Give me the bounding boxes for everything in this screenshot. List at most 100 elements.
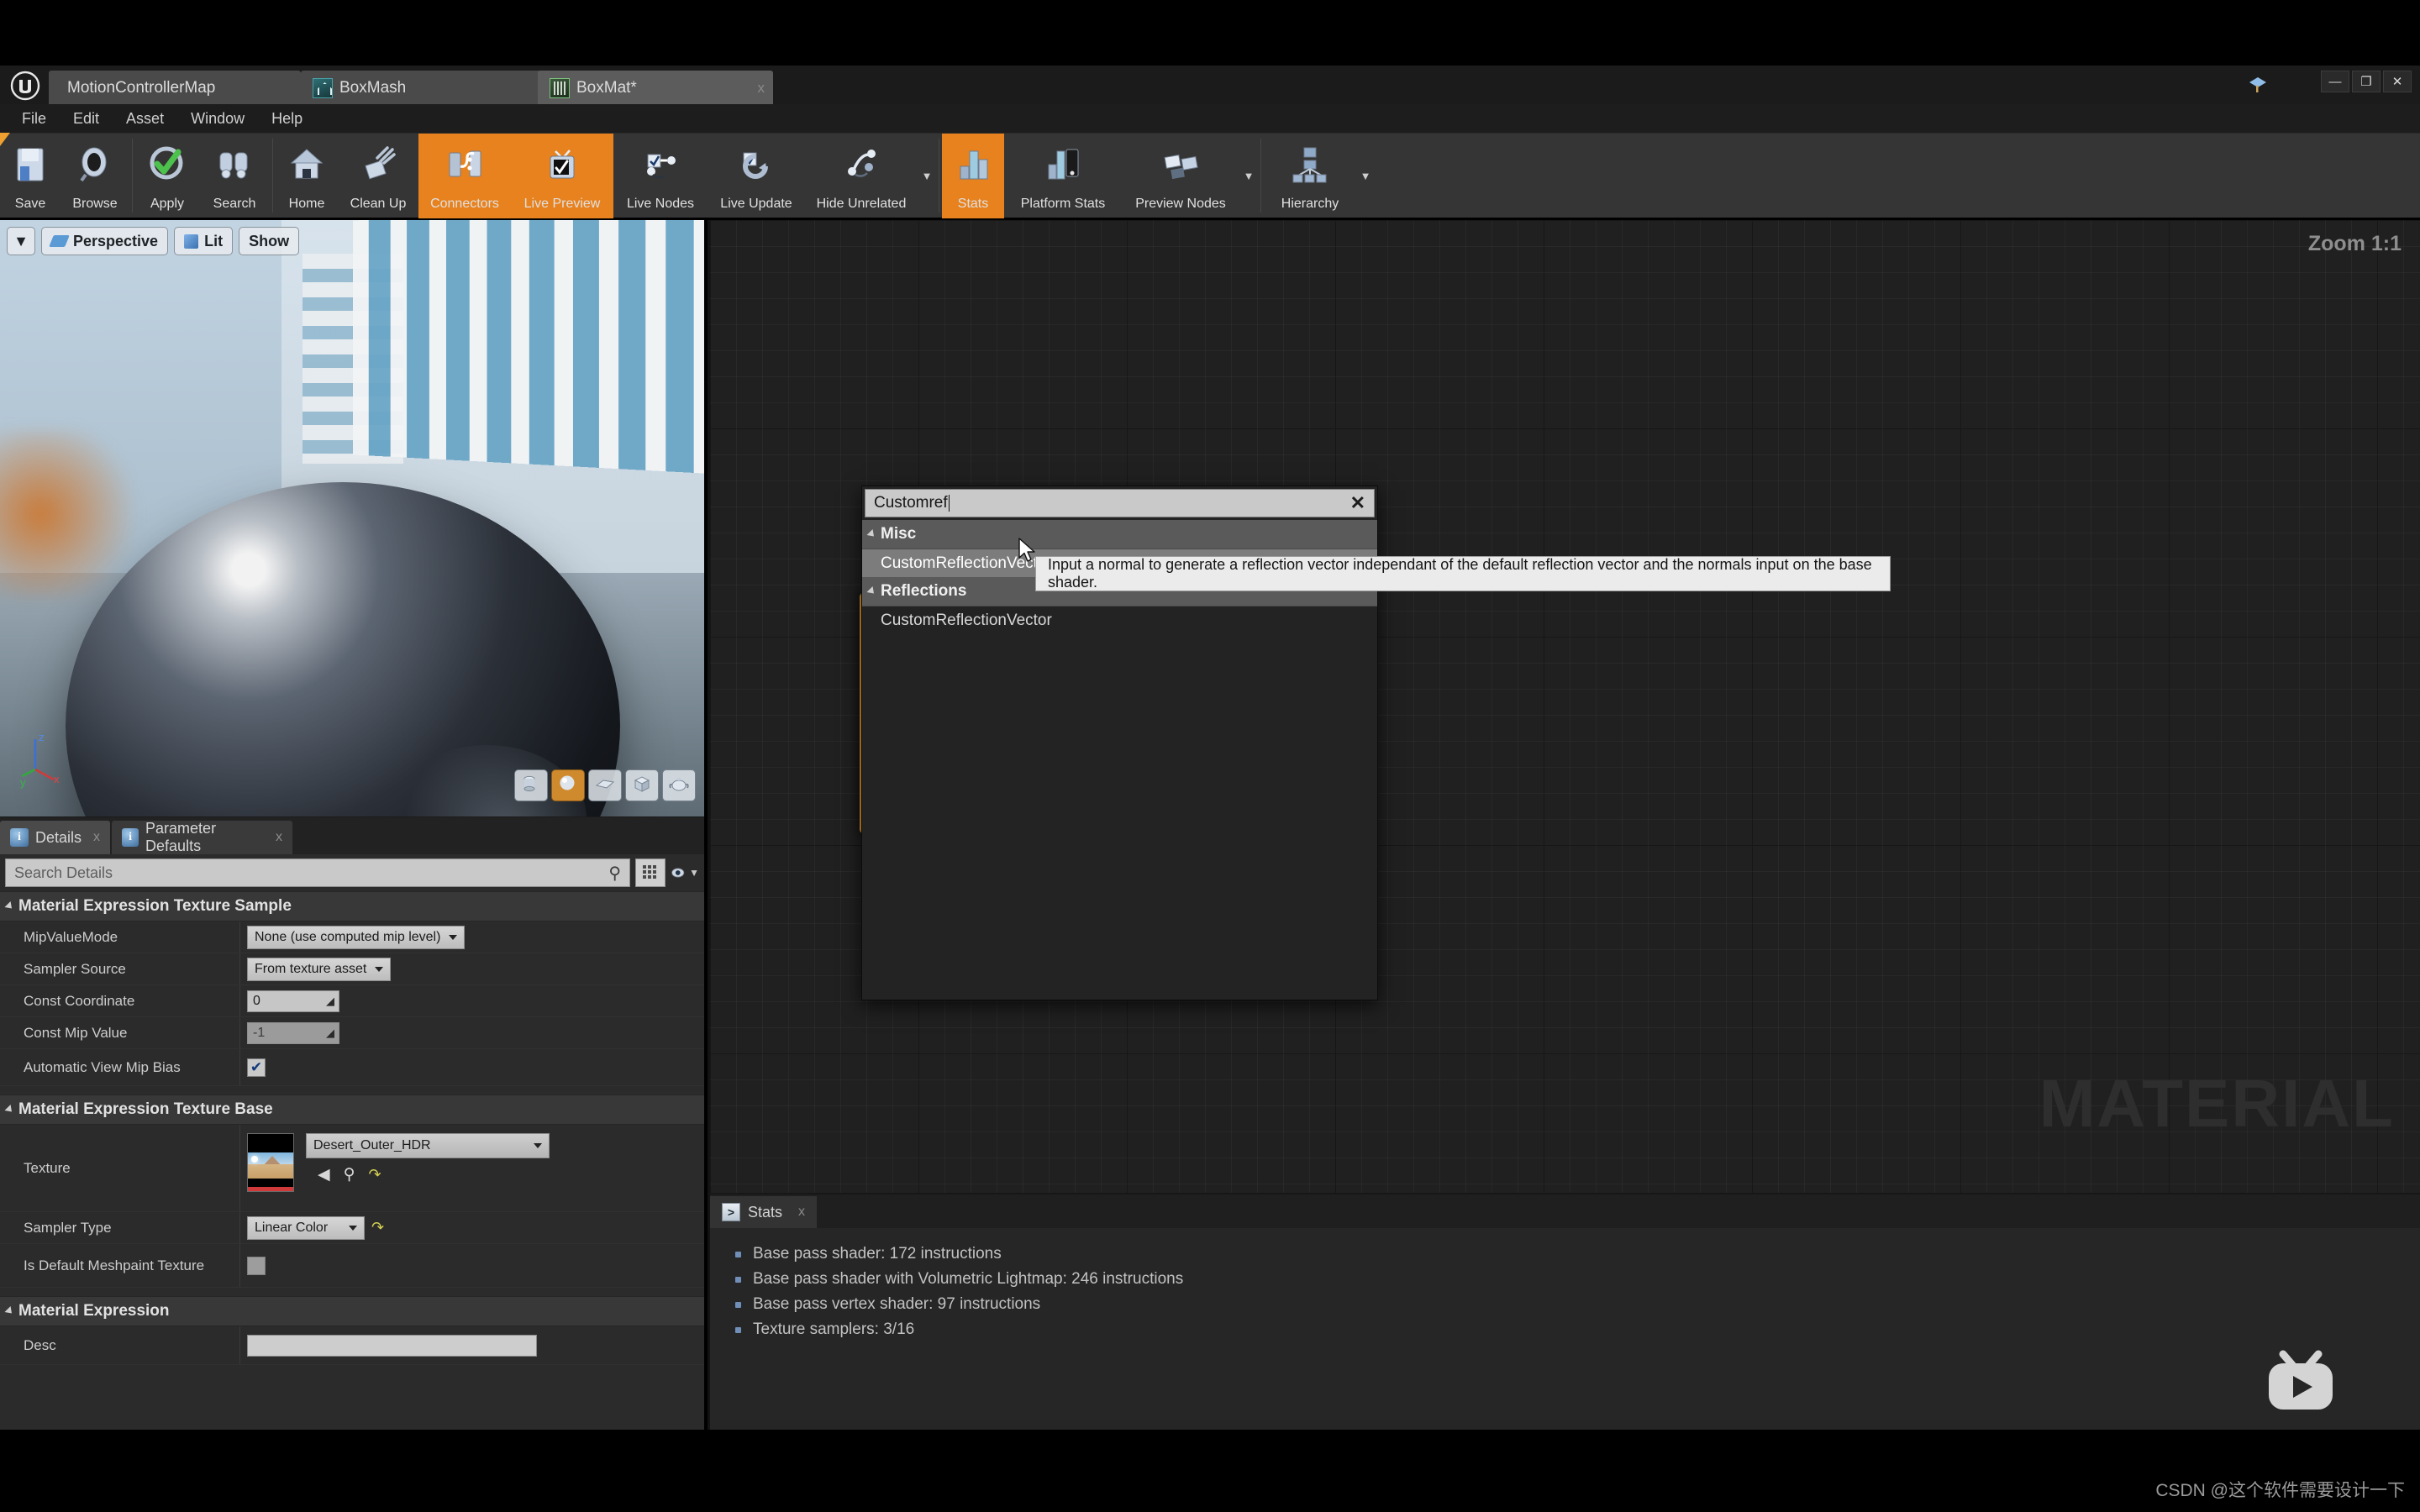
section-material-expression-texture-base[interactable]: Material Expression Texture Base xyxy=(0,1095,704,1125)
text-caret xyxy=(948,495,950,512)
texture-thumbnail[interactable] xyxy=(247,1133,294,1192)
spinner-icon[interactable]: ◢ xyxy=(326,995,334,1008)
chevron-down-icon[interactable]: ▼ xyxy=(918,134,936,218)
minimize-button[interactable]: — xyxy=(2321,71,2349,92)
window-controls: — ❐ ✕ xyxy=(2321,71,2412,92)
node-search-input[interactable]: Customref ✕ xyxy=(865,489,1375,517)
apply-icon xyxy=(145,141,190,186)
search-category-misc[interactable]: Misc xyxy=(862,520,1377,549)
toolbar-hide-unrelated-button[interactable]: Hide Unrelated xyxy=(805,134,918,218)
viewport-options-dropdown[interactable]: ▼ xyxy=(7,227,35,255)
thumbnail-sun xyxy=(251,1156,258,1163)
maximize-button[interactable]: ❐ xyxy=(2352,71,2381,92)
automatic-view-mip-bias-checkbox[interactable]: ✔ xyxy=(247,1058,266,1077)
viewport-lit-button[interactable]: Lit xyxy=(174,227,234,255)
const-coordinate-input[interactable]: 0 ◢ xyxy=(247,990,339,1012)
main-toolbar: Save Browse Apply Search Home Clean Up C… xyxy=(0,133,2420,351)
toolbar-stats-button[interactable]: Stats xyxy=(942,134,1004,218)
stats-list-item: Base pass vertex shader: 97 instructions xyxy=(735,1292,2420,1317)
menu-file[interactable]: File xyxy=(8,104,60,133)
reset-to-default-icon[interactable]: ↷ xyxy=(369,1166,381,1184)
menu-help[interactable]: Help xyxy=(258,104,316,133)
tab-close-button[interactable]: x xyxy=(276,830,282,845)
toolbar-browse-button[interactable]: Browse xyxy=(60,134,129,218)
details-visibility-button[interactable]: ▼ xyxy=(671,858,699,887)
sampler-type-dropdown[interactable]: Linear Color xyxy=(247,1215,365,1240)
toolbar-connectors-button[interactable]: Connectors xyxy=(418,134,511,218)
perspective-icon xyxy=(49,235,70,247)
toolbar-save-button[interactable]: Save xyxy=(0,134,60,218)
section-material-expression-texture-sample[interactable]: Material Expression Texture Sample xyxy=(0,891,704,921)
tab-close-button[interactable]: x xyxy=(798,1205,805,1220)
bullet-icon xyxy=(735,1276,741,1283)
tab-boxmash[interactable]: BoxMash x xyxy=(301,71,553,106)
row-value xyxy=(239,1326,704,1364)
sampler-source-dropdown[interactable]: From texture asset xyxy=(247,957,392,981)
menu-asset[interactable]: Asset xyxy=(113,104,177,133)
search-result-customreflectionvector-reflections[interactable]: CustomReflectionVector xyxy=(862,606,1377,634)
shape-teapot-button[interactable] xyxy=(662,769,696,801)
toolbar-search-button[interactable]: Search xyxy=(199,134,270,218)
viewport-perspective-label: Perspective xyxy=(73,232,159,249)
toolbar-live-nodes-button[interactable]: Live Nodes xyxy=(613,134,708,218)
clear-search-icon[interactable]: ✕ xyxy=(1350,492,1365,514)
toolbar-hierarchy-button[interactable]: Hierarchy xyxy=(1264,134,1356,218)
details-search-row: Search Details ⚲ ▼ xyxy=(0,854,704,891)
shape-sphere-button[interactable] xyxy=(551,769,585,801)
chevron-down-icon[interactable]: ▼ xyxy=(689,867,699,879)
chevron-down-icon[interactable]: ▼ xyxy=(1356,134,1375,218)
shape-plane-button[interactable] xyxy=(588,769,622,801)
chevron-down-icon[interactable]: ▼ xyxy=(1239,134,1258,218)
toolbar-cleanup-button[interactable]: Clean Up xyxy=(338,134,418,218)
use-selected-asset-icon[interactable]: ◀ xyxy=(318,1165,330,1184)
viewport-toolbar: ▼ Perspective Lit Show xyxy=(7,227,300,255)
menu-edit[interactable]: Edit xyxy=(60,104,113,133)
tab-details[interactable]: i Details x xyxy=(0,821,111,854)
row-value: None (use computed mip level) xyxy=(239,921,704,953)
viewport-perspective-button[interactable]: Perspective xyxy=(41,227,169,255)
toolbar-label: Hide Unrelated xyxy=(816,197,907,211)
material-preview-viewport[interactable] xyxy=(0,220,704,816)
tab-close-button[interactable]: x xyxy=(93,830,100,845)
const-mip-value-input[interactable]: -1 ◢ xyxy=(247,1021,339,1044)
thumbnail-status-bar xyxy=(248,1187,293,1191)
dropdown-value: From texture asset xyxy=(255,961,367,976)
section-material-expression[interactable]: Material Expression xyxy=(0,1296,704,1326)
mipvaluemode-dropdown[interactable]: None (use computed mip level) xyxy=(247,925,466,949)
row-const-mip-value: Const Mip Value -1 ◢ xyxy=(0,1017,704,1049)
shape-cube-button[interactable] xyxy=(625,769,659,801)
unreal-logo-icon xyxy=(5,67,45,104)
is-default-meshpaint-texture-checkbox[interactable] xyxy=(247,1256,266,1275)
shape-cylinder-button[interactable] xyxy=(514,769,548,801)
toolbar-label: Hierarchy xyxy=(1281,197,1339,211)
toolbar-live-preview-button[interactable]: Live Preview xyxy=(511,134,613,218)
viewport-show-button[interactable]: Show xyxy=(239,227,300,255)
tab-parameter-defaults[interactable]: i Parameter Defaults x xyxy=(112,821,293,854)
toolbar-apply-button[interactable]: Apply xyxy=(135,134,199,218)
menu-window[interactable]: Window xyxy=(177,104,258,133)
details-grid-view-button[interactable] xyxy=(635,858,666,887)
stats-tab-strip: > Stats x xyxy=(710,1194,2420,1228)
spinner-icon[interactable]: ◢ xyxy=(326,1026,334,1040)
hide-unrelated-icon xyxy=(839,141,884,186)
reset-to-default-icon[interactable]: ↷ xyxy=(371,1219,384,1236)
graph-zoom-label: Zoom 1:1 xyxy=(2307,232,2402,255)
toolbar-preview-nodes-button[interactable]: Preview Nodes xyxy=(1122,134,1239,218)
toolbar-home-button[interactable]: Home xyxy=(276,134,338,218)
search-details-input[interactable]: Search Details ⚲ xyxy=(5,858,630,887)
tab-close-button[interactable]: x xyxy=(758,80,765,97)
expand-triangle-icon xyxy=(866,528,877,540)
texture-asset-dropdown[interactable]: Desert_Outer_HDR xyxy=(306,1133,550,1158)
live-preview-icon xyxy=(539,141,585,186)
browse-to-asset-icon[interactable]: ⚲ xyxy=(344,1165,355,1184)
toolbar-platform-stats-button[interactable]: Platform Stats xyxy=(1004,134,1122,218)
desc-input[interactable] xyxy=(247,1334,537,1357)
toolbar-live-update-button[interactable]: Live Update xyxy=(708,134,805,218)
close-button[interactable]: ✕ xyxy=(2383,71,2412,92)
stats-tab-icon: > xyxy=(722,1203,740,1221)
stats-text: Base pass vertex shader: 97 instructions xyxy=(753,1295,1041,1313)
tab-boxmat[interactable]: BoxMat* x xyxy=(538,71,773,106)
tab-stats[interactable]: > Stats x xyxy=(710,1196,818,1228)
section-title: Material Expression Texture Base xyxy=(18,1100,273,1118)
tab-motioncontrollermap[interactable]: MotionControllerMap xyxy=(49,71,301,106)
